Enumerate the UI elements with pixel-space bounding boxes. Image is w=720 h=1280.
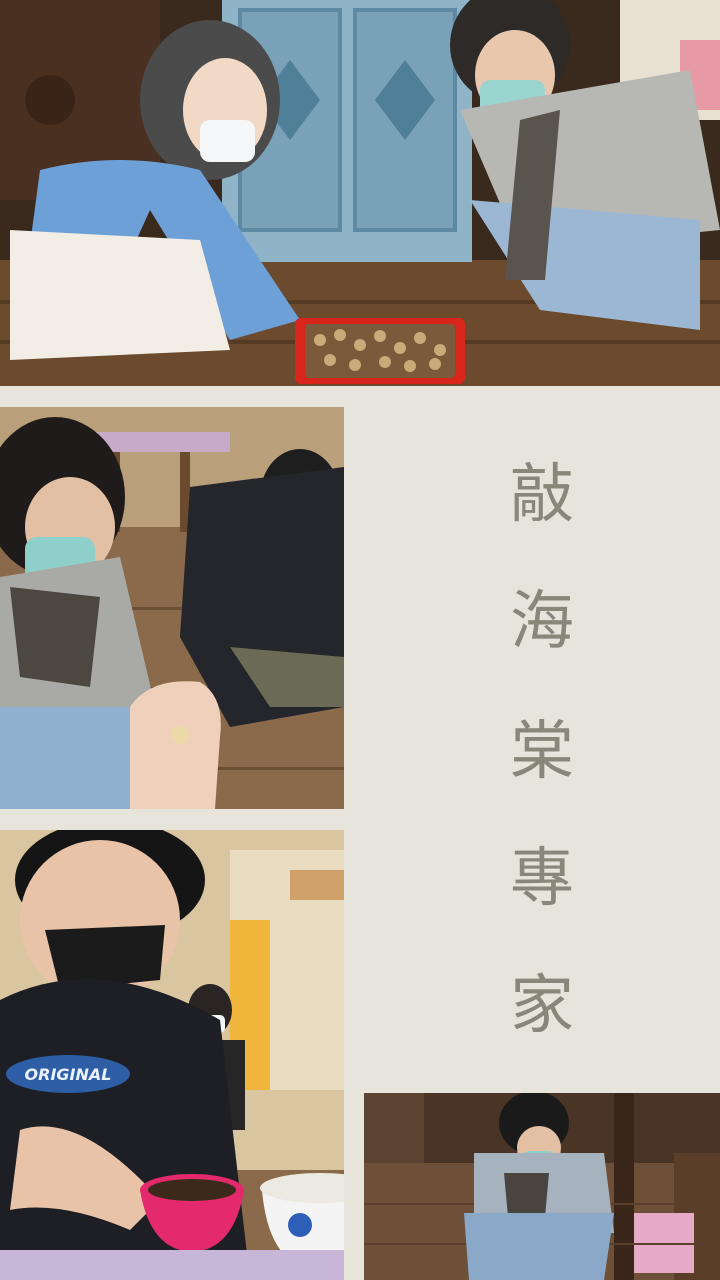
title-char-2: 海 bbox=[510, 585, 574, 659]
photo-woman-crouching bbox=[364, 1093, 720, 1280]
title-char-3: 棠 bbox=[510, 715, 574, 789]
photo-spoon-pink-bowl: ORIGINAL bbox=[0, 830, 344, 1280]
title-char-4: 專 bbox=[510, 842, 574, 916]
vertical-title: 敲 海 棠 專 家 bbox=[364, 407, 720, 1072]
title-char-5: 家 bbox=[510, 969, 574, 1043]
shirt-logo-text: ORIGINAL bbox=[25, 1065, 112, 1084]
title-char-1: 敲 bbox=[510, 458, 574, 532]
photo-seed-tray-crouching bbox=[0, 0, 720, 386]
shirt-logo: ORIGINAL bbox=[6, 1055, 130, 1093]
photo-palm-with-seed bbox=[0, 407, 344, 809]
